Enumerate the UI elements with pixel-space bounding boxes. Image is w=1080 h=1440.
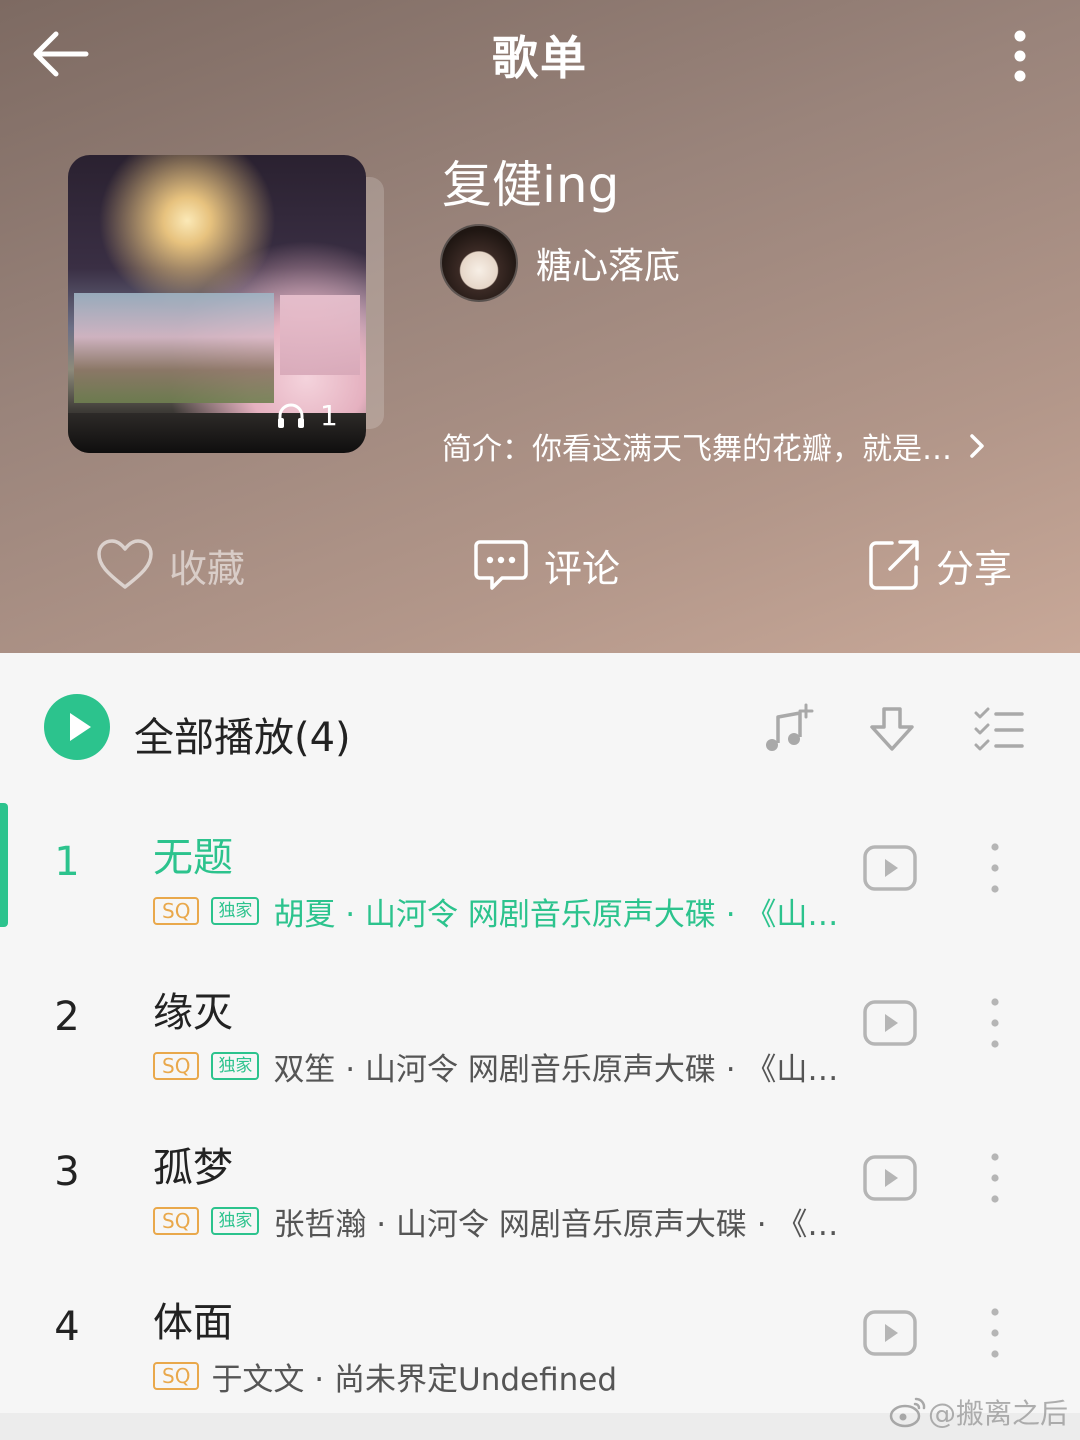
- song-index: 1: [54, 839, 80, 885]
- song-row[interactable]: 4 体面 SQ 于文文 · 尚未界定Undefined: [0, 1268, 1080, 1404]
- song-meta: SQ 独家 张哲瀚 · 山河令 网剧音乐原声大碟 · 《…: [153, 1199, 863, 1243]
- song-row[interactable]: 1 无题 SQ 独家 胡夏 · 山河令 网剧音乐原声大碟 · 《山…: [0, 803, 1080, 939]
- play-count-value: 1: [320, 398, 338, 432]
- comment-label: 评论: [544, 546, 621, 591]
- cover-stage-area: [74, 293, 274, 403]
- headphones-icon: [278, 403, 304, 428]
- song-index: 2: [54, 994, 80, 1040]
- play-count: 1: [276, 397, 338, 433]
- sq-badge: SQ: [153, 1052, 200, 1080]
- page-title: 歌单: [492, 31, 588, 85]
- cover-screen-area: [280, 295, 360, 375]
- playlist-intro[interactable]: 简介：你看这满天飞舞的花瓣，就是…: [442, 424, 1042, 468]
- song-more-button[interactable]: [978, 994, 1012, 1052]
- sq-badge: SQ: [153, 1362, 200, 1390]
- comment-button[interactable]: 评论: [472, 530, 620, 600]
- top-bar: 歌单: [0, 0, 1080, 110]
- song-row[interactable]: 3 孤梦 SQ 独家 张哲瀚 · 山河令 网剧音乐原声大碟 · 《…: [0, 1113, 1080, 1249]
- song-row[interactable]: 2 缘灭 SQ 独家 双笙 · 山河令 网剧音乐原声大碟 · 《山…: [0, 958, 1080, 1094]
- mv-button[interactable]: [862, 1153, 918, 1203]
- play-all-button[interactable]: [44, 694, 110, 760]
- more-vertical-icon: [991, 843, 999, 893]
- song-artist-album: 于文文 · 尚未界定Undefined: [211, 1361, 618, 1398]
- song-more-button[interactable]: [978, 1304, 1012, 1362]
- song-more-button[interactable]: [978, 1149, 1012, 1207]
- more-vertical-icon: [1014, 30, 1026, 82]
- avatar[interactable]: [440, 224, 518, 302]
- creator[interactable]: 糖心落底: [440, 224, 680, 302]
- checklist-icon: [974, 707, 1024, 751]
- download-button[interactable]: [864, 703, 920, 759]
- song-list-panel: 全部播放(4) 1 无题 SQ 独家 胡夏 · 山河令 网剧音乐原声大碟 · 《…: [0, 653, 1080, 1413]
- song-title: 孤梦: [153, 1145, 233, 1191]
- multi-select-button[interactable]: [970, 703, 1026, 759]
- intro-text: 简介：你看这满天飞舞的花瓣，就是…: [442, 432, 952, 467]
- play-all-row: 全部播放(4): [0, 683, 1080, 777]
- song-title: 体面: [153, 1300, 233, 1346]
- music-note-add-icon: [766, 703, 814, 751]
- song-artist-album: 胡夏 · 山河令 网剧音乐原声大碟 · 《山…: [273, 896, 839, 933]
- song-title: 无题: [153, 835, 233, 881]
- cover-image: 1: [68, 155, 366, 453]
- chevron-right-icon: [970, 434, 984, 458]
- song-title: 缘灭: [153, 990, 233, 1036]
- watermark-text: @搬离之后: [927, 1397, 1068, 1430]
- exclusive-badge: 独家: [211, 897, 260, 925]
- share-label: 分享: [936, 546, 1013, 591]
- action-bar: 收藏 评论 分享: [0, 520, 1080, 610]
- more-button[interactable]: [1000, 28, 1040, 84]
- more-vertical-icon: [991, 998, 999, 1048]
- more-vertical-icon: [991, 1153, 999, 1203]
- song-artist-album: 张哲瀚 · 山河令 网剧音乐原声大碟 · 《…: [273, 1206, 839, 1243]
- song-meta: SQ 于文文 · 尚未界定Undefined: [153, 1354, 863, 1398]
- song-meta: SQ 独家 双笙 · 山河令 网剧音乐原声大碟 · 《山…: [153, 1044, 863, 1088]
- play-icon: [70, 713, 91, 741]
- now-playing-indicator: [0, 803, 8, 927]
- exclusive-badge: 独家: [211, 1052, 260, 1080]
- playlist-header: 歌单 1 复健ing 糖心落底 简介：你看这满天飞舞的花瓣，就是… 收藏 评论 …: [0, 0, 1080, 653]
- mv-button[interactable]: [862, 998, 918, 1048]
- play-all-label[interactable]: 全部播放(4): [134, 705, 351, 763]
- more-vertical-icon: [991, 1308, 999, 1358]
- video-play-icon: [863, 1000, 917, 1046]
- playlist-name: 复健ing: [442, 156, 620, 214]
- favorite-label: 收藏: [169, 546, 246, 591]
- favorite-button[interactable]: 收藏: [95, 530, 245, 600]
- playlist-cover[interactable]: 1: [68, 155, 388, 455]
- song-more-button[interactable]: [978, 839, 1012, 897]
- video-play-icon: [863, 845, 917, 891]
- comment-icon: [474, 540, 528, 590]
- song-meta: SQ 独家 胡夏 · 山河令 网剧音乐原声大碟 · 《山…: [153, 889, 863, 933]
- weibo-logo-icon: [889, 1397, 926, 1428]
- sq-badge: SQ: [153, 1207, 200, 1235]
- download-icon: [870, 707, 914, 751]
- share-icon: [869, 540, 919, 590]
- mv-button[interactable]: [862, 843, 918, 893]
- video-play-icon: [863, 1310, 917, 1356]
- sq-badge: SQ: [153, 897, 200, 925]
- heart-icon: [97, 539, 153, 589]
- song-index: 3: [54, 1149, 80, 1195]
- exclusive-badge: 独家: [211, 1207, 260, 1235]
- mv-button[interactable]: [862, 1308, 918, 1358]
- share-button[interactable]: 分享: [866, 530, 1012, 600]
- song-index: 4: [54, 1304, 80, 1350]
- creator-name[interactable]: 糖心落底: [536, 237, 680, 289]
- add-music-button[interactable]: [760, 703, 816, 759]
- song-artist-album: 双笙 · 山河令 网剧音乐原声大碟 · 《山…: [273, 1051, 839, 1088]
- video-play-icon: [863, 1155, 917, 1201]
- watermark: @搬离之后: [888, 1392, 1068, 1432]
